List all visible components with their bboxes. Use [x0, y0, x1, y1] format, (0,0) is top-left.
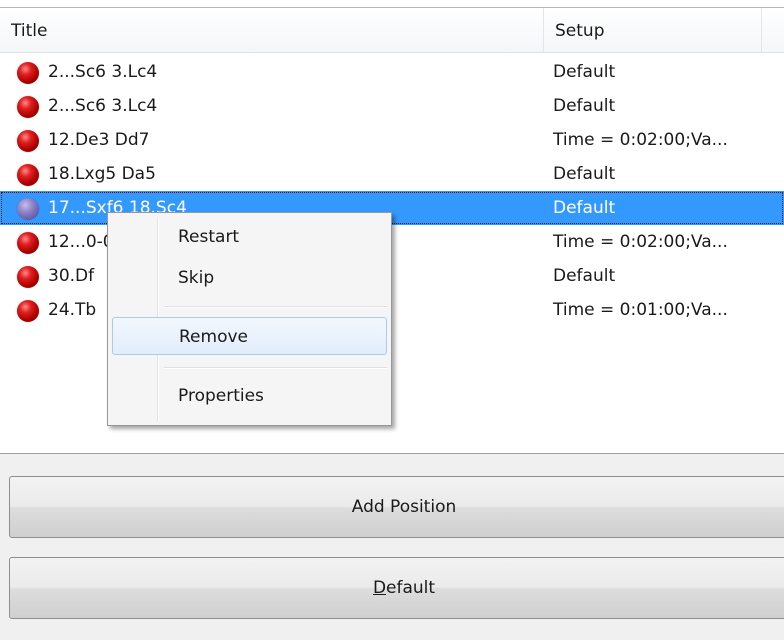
- default-accelerator: D: [372, 578, 387, 598]
- list-row[interactable]: 18.Lxg5 Da5 Default: [0, 157, 784, 191]
- red-ball-icon: [17, 232, 39, 254]
- row-title: 2...Sc6 3.Lc4: [48, 62, 158, 82]
- add-position-label: Add Position: [351, 497, 457, 517]
- row-setup: Default: [553, 198, 616, 218]
- add-position-button[interactable]: Add Position: [9, 476, 784, 538]
- menu-item-restart[interactable]: Restart: [112, 218, 387, 256]
- menu-item-properties[interactable]: Properties: [112, 377, 387, 415]
- menu-item-label: Properties: [178, 386, 264, 406]
- top-border: [0, 0, 784, 8]
- row-title: 30.Df: [48, 266, 95, 286]
- row-title: 24.Tb: [48, 300, 97, 320]
- menu-item-skip[interactable]: Skip: [112, 259, 387, 297]
- row-setup: Default: [553, 266, 616, 286]
- purple-ball-icon: [17, 198, 39, 220]
- row-setup: Time = 0:02:00;Va...: [553, 232, 728, 252]
- row-setup: Default: [553, 164, 616, 184]
- list-row[interactable]: 12.De3 Dd7 Time = 0:02:00;Va...: [0, 123, 784, 157]
- menu-item-label: Skip: [178, 268, 215, 288]
- row-title: 12.De3 Dd7: [48, 130, 150, 150]
- row-setup: Default: [553, 62, 616, 82]
- menu-item-label: Remove: [179, 327, 248, 347]
- row-title: 2...Sc6 3.Lc4: [48, 96, 158, 116]
- red-ball-icon: [17, 62, 39, 84]
- context-menu: Restart Skip Remove Properties: [107, 212, 392, 426]
- menu-separator: [164, 306, 387, 308]
- red-ball-icon: [17, 130, 39, 152]
- list-header: Title Setup: [0, 8, 784, 53]
- column-header-title[interactable]: Title: [0, 8, 544, 52]
- default-label: efault: [386, 578, 436, 598]
- default-button[interactable]: Default: [9, 557, 784, 619]
- red-ball-icon: [17, 300, 39, 322]
- menu-separator: [164, 367, 387, 369]
- list-row[interactable]: 2...Sc6 3.Lc4 Default: [0, 89, 784, 123]
- menu-item-remove[interactable]: Remove: [112, 317, 387, 355]
- row-setup: Default: [553, 96, 616, 116]
- row-title: 18.Lxg5 Da5: [48, 164, 156, 184]
- red-ball-icon: [17, 266, 39, 288]
- row-setup: Time = 0:02:00;Va...: [553, 130, 728, 150]
- red-ball-icon: [17, 164, 39, 186]
- column-header-setup[interactable]: Setup: [544, 8, 762, 52]
- menu-item-label: Restart: [178, 227, 240, 247]
- list-row[interactable]: 2...Sc6 3.Lc4 Default: [0, 55, 784, 89]
- row-setup: Time = 0:01:00;Va...: [553, 300, 728, 320]
- row-title: 12...0-0: [48, 232, 114, 252]
- red-ball-icon: [17, 96, 39, 118]
